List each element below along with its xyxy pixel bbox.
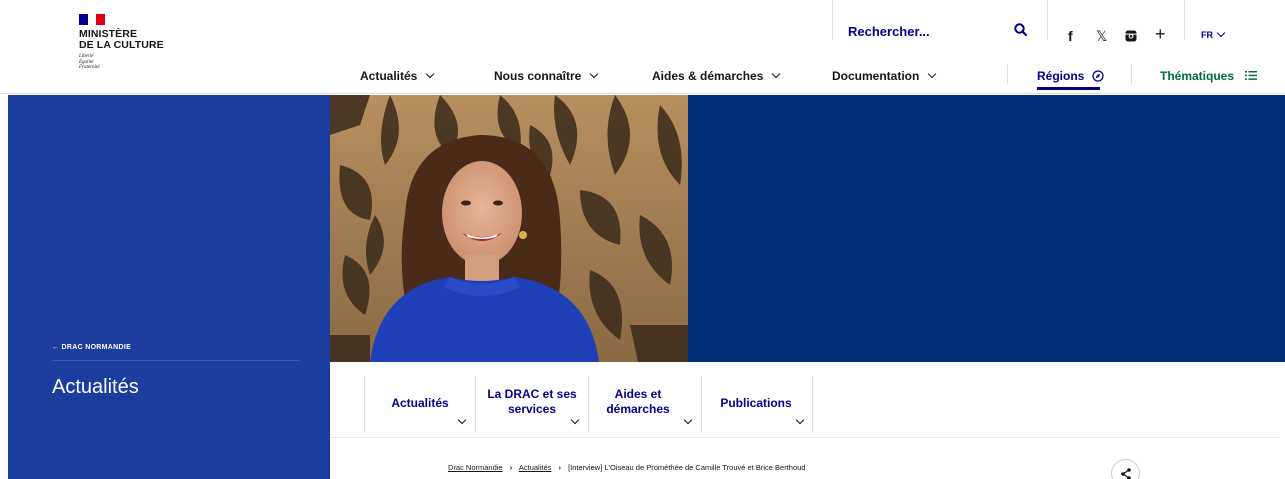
thematiques-label: Thématiques	[1160, 69, 1235, 83]
page-title: Actualités	[52, 376, 139, 398]
language-label: FR	[1201, 30, 1213, 40]
subnav-item-actualites[interactable]: Actualités	[380, 396, 460, 411]
active-nav-indicator	[1037, 87, 1100, 90]
nav-item-thematiques[interactable]: Thématiques	[1160, 69, 1258, 83]
subnav-item-publications[interactable]: Publications	[712, 396, 800, 411]
chevron-down-icon	[772, 69, 781, 79]
chevron-down-icon	[570, 415, 580, 425]
compass-icon	[1092, 70, 1104, 82]
language-selector[interactable]: FR	[1201, 28, 1226, 40]
share-icon	[1121, 468, 1131, 479]
hero-left-panel	[8, 95, 330, 479]
subnav-separator	[475, 376, 476, 432]
regions-label: Régions	[1037, 69, 1085, 83]
ministere-logo[interactable]: MINISTÈRE DE LA CULTURE Liberté Égalité …	[79, 14, 164, 71]
subnav-separator	[812, 376, 813, 432]
subnav-separator	[701, 376, 702, 432]
search-input[interactable]: Rechercher...	[848, 24, 930, 39]
list-icon	[1245, 71, 1258, 80]
nav-item-regions[interactable]: Régions	[1037, 69, 1104, 83]
subnav-item-drac-services[interactable]: La DRAC et ses services	[482, 387, 582, 417]
nav-label: Aides & démarches	[652, 69, 764, 83]
back-link-drac-normandie[interactable]: ← DRAC NORMANDIE	[52, 344, 131, 351]
subnav-item-aides-demarches[interactable]: Aides et démarches	[598, 387, 678, 417]
chevron-down-icon	[795, 415, 805, 425]
chevron-down-icon	[928, 69, 937, 79]
nav-item-documentation[interactable]: Documentation	[832, 69, 937, 83]
nav-label: Documentation	[832, 69, 920, 83]
chevron-down-icon	[1216, 28, 1226, 38]
header-separator	[1047, 0, 1048, 40]
nav-item-nous-connaitre[interactable]: Nous connaître	[494, 69, 599, 83]
hero-right-panel	[688, 95, 1285, 362]
facebook-icon[interactable]: f	[1068, 28, 1073, 44]
nav-item-actualites[interactable]: Actualités	[360, 69, 435, 83]
instagram-icon[interactable]	[1125, 30, 1137, 42]
subnav-bottom-border	[330, 437, 1280, 438]
divider	[52, 360, 300, 361]
breadcrumb-separator-icon: ›	[558, 463, 562, 472]
subnav-separator	[364, 376, 365, 432]
breadcrumb-separator-icon: ›	[509, 463, 513, 472]
x-twitter-icon[interactable]: 𝕏	[1096, 28, 1107, 45]
nav-separator	[1131, 64, 1132, 84]
nav-separator	[1007, 64, 1008, 84]
subnav-separator	[588, 376, 589, 432]
breadcrumb: Drac Normandie › Actualités › [Interview…	[448, 463, 805, 472]
nav-label: Actualités	[360, 69, 418, 83]
nav-label: Nous connaître	[494, 69, 582, 83]
share-button[interactable]	[1111, 459, 1140, 479]
breadcrumb-link-actualites[interactable]: Actualités	[519, 463, 552, 472]
logo-title-line2: DE LA CULTURE	[79, 39, 164, 51]
hero-photo	[330, 95, 688, 362]
header-separator	[832, 0, 833, 40]
site-header: MINISTÈRE DE LA CULTURE Liberté Égalité …	[0, 0, 1285, 94]
portrait-image	[330, 95, 688, 362]
chevron-down-icon	[457, 415, 467, 425]
plus-icon[interactable]: +	[1155, 24, 1166, 45]
breadcrumb-current: [Interview] L'Oiseau de Prométhée de Cam…	[568, 463, 806, 472]
chevron-down-icon	[590, 69, 599, 79]
logo-motto-fraternite: Fraternité	[79, 65, 100, 70]
marianne-flag-icon	[79, 14, 106, 25]
nav-item-aides-demarches[interactable]: Aides & démarches	[652, 69, 781, 83]
search-icon[interactable]	[1013, 22, 1029, 38]
chevron-down-icon	[426, 69, 435, 79]
breadcrumb-link-drac-normandie[interactable]: Drac Normandie	[448, 463, 503, 472]
chevron-down-icon	[683, 415, 693, 425]
header-separator	[1184, 0, 1185, 40]
